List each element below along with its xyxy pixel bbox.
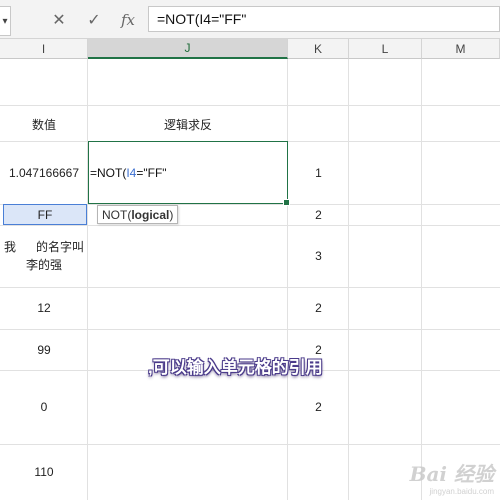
column-header-j[interactable]: J xyxy=(88,39,288,59)
grid-line xyxy=(421,59,422,500)
cell-i7[interactable]: 12 xyxy=(0,287,88,329)
cancel-icon[interactable]: ✕ xyxy=(47,8,71,32)
cell-i10[interactable]: 110 xyxy=(0,444,88,500)
cell-k6[interactable]: 3 xyxy=(288,225,349,287)
cell-k9[interactable]: 2 xyxy=(288,370,349,444)
cell-i5-referenced[interactable]: FF xyxy=(3,204,87,225)
watermark-url: jingyan.baidu.com xyxy=(429,487,494,496)
cell-k5[interactable]: 2 xyxy=(288,204,349,225)
cell-i8[interactable]: 99 xyxy=(0,329,88,370)
cell-i9[interactable]: 0 xyxy=(0,370,88,444)
column-header-k[interactable]: K xyxy=(288,39,349,59)
watermark-logo: Bai 经验 xyxy=(409,462,494,486)
tooltip-func: NOT( xyxy=(102,207,132,222)
watermark: Bai 经验 jingyan.baidu.com xyxy=(410,458,494,496)
cell-i3[interactable]: 数值 xyxy=(0,106,88,142)
cell-i4[interactable]: 1.047166667 xyxy=(0,142,88,204)
tooltip-arg: logical xyxy=(131,207,170,222)
cell-k4[interactable]: 1 xyxy=(288,142,349,204)
cell-j3[interactable]: 逻辑求反 xyxy=(88,106,288,142)
formula-suffix: ="FF" xyxy=(136,166,167,180)
formula-prefix: =NOT( xyxy=(90,166,127,180)
cell-edit-text[interactable]: =NOT(I4="FF" xyxy=(90,166,167,180)
insert-function-icon[interactable]: fx xyxy=(116,8,140,32)
formula-input[interactable]: =NOT(I4="FF" xyxy=(148,6,500,32)
formula-bar: ▾ ✕ ✓ fx =NOT(I4="FF" xyxy=(0,0,500,39)
name-box-dropdown[interactable]: ▾ xyxy=(0,6,11,36)
tooltip-close: ) xyxy=(169,207,174,222)
column-header-l[interactable]: L xyxy=(349,39,422,59)
cell-i6[interactable]: 我 的名字叫 李的强 xyxy=(0,225,88,287)
column-header-i[interactable]: I xyxy=(0,39,88,59)
video-caption: ,可以输入单元格的引用 xyxy=(148,358,323,377)
enter-icon[interactable]: ✓ xyxy=(82,8,106,32)
column-header-m[interactable]: M xyxy=(422,39,500,59)
function-tooltip[interactable]: NOT(logical) xyxy=(97,205,179,224)
cell-k7[interactable]: 2 xyxy=(288,287,349,329)
formula-reference: I4 xyxy=(126,166,137,180)
